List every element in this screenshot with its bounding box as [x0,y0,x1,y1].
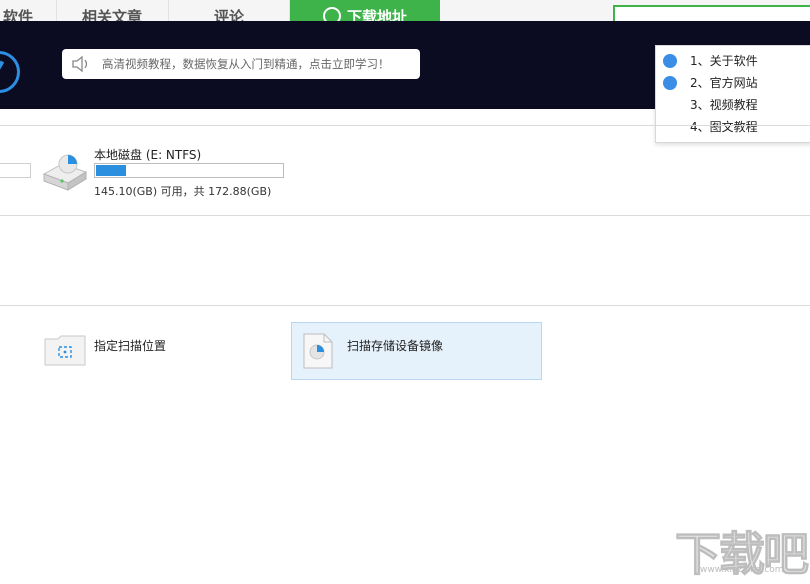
menu-item-about[interactable]: 1、关于软件 [656,50,810,72]
divider [0,215,810,216]
website-tab-strip: 软件 相关文章 评论 下载地址 [0,0,810,22]
app-logo-icon [0,51,20,93]
menu-item-website[interactable]: 2、官方网站 [656,72,810,94]
drive-usage-bar-partial [0,163,31,178]
divider [0,125,810,126]
search-box-frame[interactable] [613,5,810,22]
scan-location-folder-icon[interactable] [44,334,86,366]
disk-capacity-info: 145.10(GB) 可用，共 172.88(GB) [94,185,272,198]
watermark-url: www.xiazaiba.com [700,565,784,575]
hard-disk-icon[interactable] [40,150,90,192]
disk-usage-fill [96,165,126,176]
disk-name: 本地磁盘 (E: NTFS) [94,148,202,162]
notice-banner[interactable]: 高清视频教程，数据恢复从入门到精通，点击立即学习！ [62,49,420,79]
tab-software[interactable]: 软件 [0,0,57,22]
menu-dropdown: 1、关于软件 2、官方网站 3、视频教程 4、图文教程 [655,45,810,143]
disk-usage-bar [94,163,284,178]
tab-download-address[interactable]: 下载地址 [290,0,440,22]
speaker-icon [72,55,88,73]
scan-location-label[interactable]: 指定扫描位置 [94,337,166,354]
download-icon [322,6,341,22]
notice-text: 高清视频教程，数据恢复从入门到精通，点击立即学习！ [102,57,390,71]
menu-item-text-tutorial[interactable]: 4、图文教程 [656,116,810,138]
home-circle-icon [663,76,677,90]
disk-image-file-icon [303,333,333,369]
menu-item-video-tutorial[interactable]: 3、视频教程 [656,94,810,116]
download-circle-icon [663,54,677,68]
scan-device-image-label: 扫描存储设备镜像 [347,339,444,353]
tab-related-articles[interactable]: 相关文章 [56,0,169,22]
divider [0,305,810,306]
tab-comments[interactable]: 评论 [169,0,290,22]
